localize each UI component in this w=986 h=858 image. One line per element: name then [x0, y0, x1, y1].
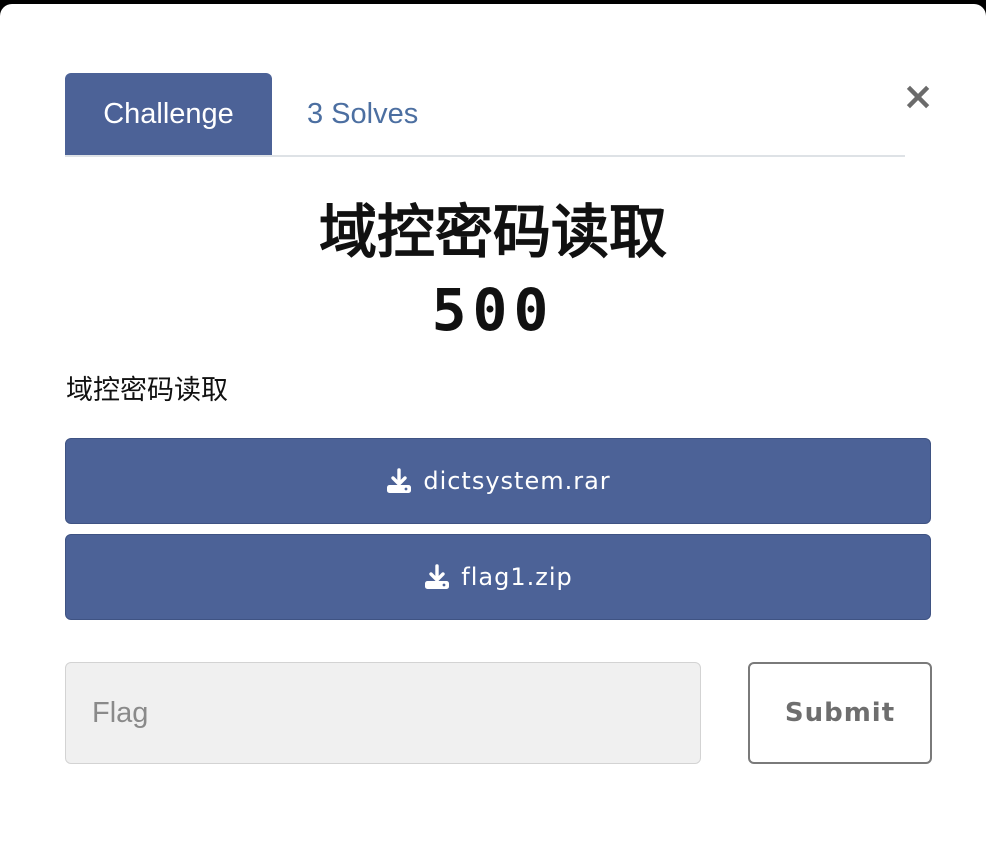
download-icon [385, 467, 413, 495]
tab-solves[interactable]: 3 Solves [292, 73, 477, 155]
challenge-modal: Challenge 3 Solves × 域控密码读取 500 域控密码读取 d… [0, 4, 986, 858]
download-button-dictsystem[interactable]: dictsystem.rar [65, 438, 931, 524]
challenge-title: 域控密码读取 [318, 198, 667, 266]
tab-challenge-label: Challenge [103, 97, 234, 130]
close-button[interactable]: × [902, 77, 934, 115]
submit-button[interactable]: Submit [748, 662, 932, 764]
challenge-description: 域控密码读取 [66, 375, 228, 406]
challenge-tabs: Challenge 3 Solves [65, 69, 905, 157]
challenge-value: 500 [431, 276, 555, 344]
file-name-flag1: flag1.zip [461, 563, 573, 591]
download-button-flag1[interactable]: flag1.zip [65, 534, 931, 620]
tab-solves-label: 3 Solves [307, 97, 419, 130]
flag-input[interactable] [65, 662, 701, 764]
file-name-dictsystem: dictsystem.rar [423, 467, 611, 495]
tab-challenge[interactable]: Challenge [65, 73, 272, 155]
download-icon [423, 563, 451, 591]
close-icon: × [902, 74, 934, 118]
